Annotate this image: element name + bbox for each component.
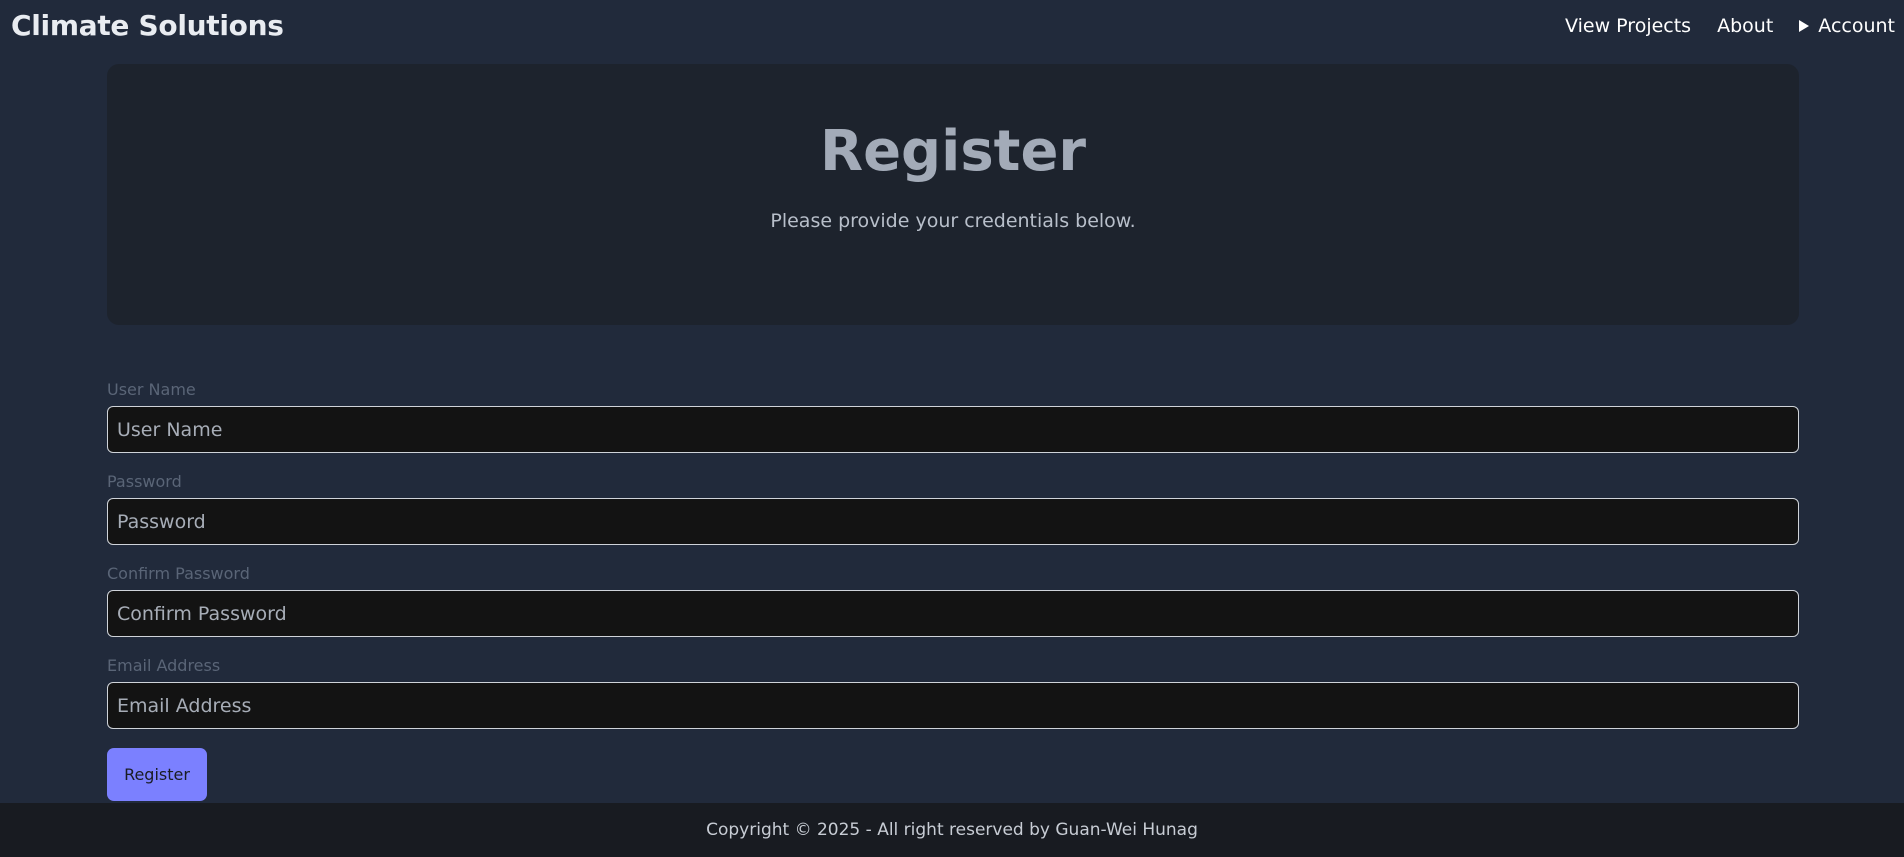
page-title: Register bbox=[819, 119, 1087, 184]
brand-logo-text[interactable]: Climate Solutions bbox=[11, 9, 284, 42]
nav-links: View Projects About Account bbox=[1565, 15, 1895, 37]
email-label: Email Address bbox=[107, 656, 221, 675]
password-label: Password bbox=[107, 472, 182, 491]
confirm-password-input[interactable] bbox=[107, 590, 1799, 637]
username-input[interactable] bbox=[107, 406, 1799, 453]
copyright-text: Copyright © 2025 - All right reserved by… bbox=[706, 820, 1198, 840]
password-input[interactable] bbox=[107, 498, 1799, 545]
username-label: User Name bbox=[107, 380, 196, 399]
nav-link-about[interactable]: About bbox=[1717, 15, 1773, 37]
account-label: Account bbox=[1818, 15, 1895, 37]
caret-right-icon bbox=[1799, 20, 1810, 32]
account-menu-toggle[interactable]: Account bbox=[1799, 15, 1895, 37]
hero-card: Register Please provide your credentials… bbox=[107, 64, 1799, 325]
register-button[interactable]: Register bbox=[107, 748, 207, 801]
confirm-password-label: Confirm Password bbox=[107, 564, 250, 583]
footer: Copyright © 2025 - All right reserved by… bbox=[0, 803, 1904, 857]
navbar: Climate Solutions View Projects About Ac… bbox=[0, 0, 1904, 56]
nav-link-view-projects[interactable]: View Projects bbox=[1565, 15, 1691, 37]
email-input[interactable] bbox=[107, 682, 1799, 729]
page-subtitle: Please provide your credentials below. bbox=[770, 210, 1136, 232]
